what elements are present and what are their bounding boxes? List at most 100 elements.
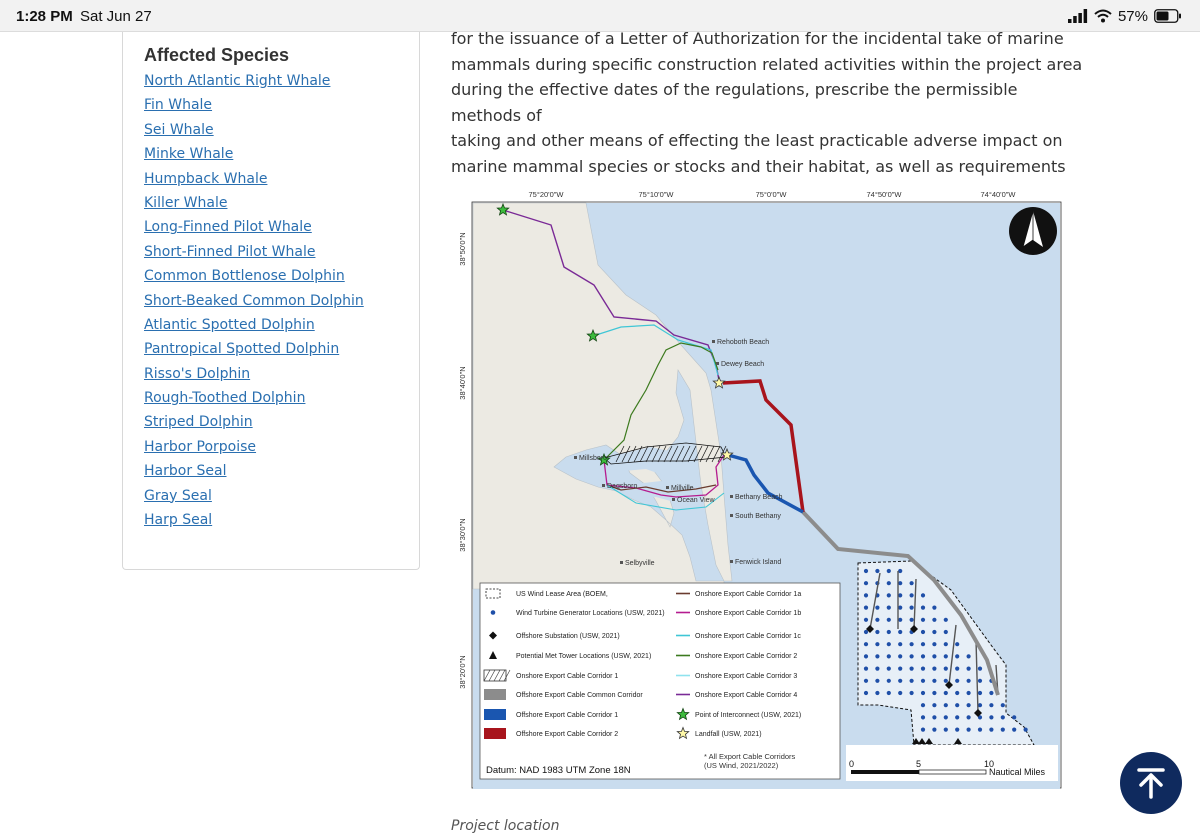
place-label-rehoboth: Rehoboth Beach	[717, 339, 769, 346]
turbine-dot	[920, 654, 926, 659]
place-label-bethany: Bethany Beach	[735, 494, 783, 501]
turbine-dot	[943, 642, 948, 647]
legend-note-1: * All Export Cable Corridors	[704, 752, 796, 761]
legend-left-label: Potential Met Tower Locations (USW, 2021…	[516, 653, 651, 660]
turbine-dot	[898, 666, 903, 671]
turbine-dot	[943, 715, 948, 720]
turbine-dot	[898, 617, 903, 622]
turbine-dot	[932, 678, 937, 683]
legend-left-label: Offshore Export Cable Common Corridor	[516, 692, 643, 699]
turbine-dot	[886, 581, 891, 586]
species-link[interactable]: Rough-Toothed Dolphin	[144, 390, 305, 406]
turbine-dot	[955, 642, 960, 647]
turbine-dot	[943, 678, 948, 683]
place-label-dewey: Dewey Beach	[721, 361, 764, 368]
article-line: during the effective dates of the regula…	[451, 80, 1018, 125]
species-list-item: Harbor Seal	[144, 459, 364, 483]
species-link[interactable]: Risso's Dolphin	[144, 366, 250, 382]
turbine-dot	[863, 642, 869, 647]
turbine-dot	[863, 568, 869, 574]
turbine-dot	[932, 666, 937, 671]
turbine-dot	[875, 678, 880, 683]
legend-right-item: Onshore Export Cable Corridor 1c	[676, 633, 801, 640]
turbine-dot	[977, 678, 983, 683]
species-link[interactable]: Harp Seal	[144, 512, 212, 528]
place-label-ocean-view: Ocean View	[677, 497, 716, 504]
legend-right-label: Onshore Export Cable Corridor 2	[695, 653, 797, 660]
turbine-dot	[920, 690, 926, 696]
scale-bar: 0 5 10 Nautical Miles	[846, 745, 1058, 781]
turbine-dot	[955, 678, 960, 683]
species-link[interactable]: Minke Whale	[144, 146, 233, 162]
species-list-item: Harbor Porpoise	[144, 435, 364, 459]
turbine-dot	[955, 727, 960, 732]
turbine-dot	[977, 727, 983, 732]
turbine-dot	[898, 593, 903, 598]
scale-five: 5	[916, 759, 921, 769]
species-link[interactable]: Short-Finned Pilot Whale	[144, 244, 315, 260]
legend-right-item: Onshore Export Cable Corridor 4	[676, 692, 797, 699]
place-marker	[666, 486, 669, 489]
species-link[interactable]: Striped Dolphin	[144, 414, 253, 430]
turbine-dot	[875, 666, 880, 671]
species-list-item: North Atlantic Right Whale	[144, 69, 364, 93]
turbine-dot	[920, 617, 926, 622]
turbine-dot	[1000, 703, 1005, 708]
legend-right-label: Onshore Export Cable Corridor 1c	[695, 633, 801, 640]
species-link[interactable]: Killer Whale	[144, 195, 227, 211]
turbine-dot	[943, 654, 948, 659]
longitude-label: 75°0'0"W	[756, 190, 788, 199]
turbine-dot	[977, 666, 983, 671]
latitude-label: 38°50'0"N	[458, 232, 467, 265]
species-link[interactable]: North Atlantic Right Whale	[144, 73, 330, 89]
turbine-dot	[955, 703, 960, 708]
battery-icon	[1154, 9, 1181, 23]
turbine-dot	[920, 703, 926, 708]
species-link[interactable]: Fin Whale	[144, 97, 212, 113]
turbine-dot	[875, 629, 880, 635]
species-link[interactable]: Pantropical Spotted Dolphin	[144, 341, 339, 357]
turbine-dot	[966, 666, 971, 671]
species-link[interactable]: Atlantic Spotted Dolphin	[144, 317, 315, 333]
species-list-item: Minke Whale	[144, 142, 364, 166]
species-list-item: Harp Seal	[144, 508, 364, 532]
species-link[interactable]: Harbor Porpoise	[144, 439, 256, 455]
turbine-dot	[966, 690, 971, 696]
turbine-dot	[966, 727, 971, 732]
datum-label: Datum: NAD 1983 UTM Zone 18N	[486, 765, 631, 776]
article-line: for the issuance of a Letter of Authoriz…	[451, 29, 1064, 48]
species-link[interactable]: Harbor Seal	[144, 463, 227, 479]
species-link[interactable]: Long-Finned Pilot Whale	[144, 219, 312, 235]
turbine-dot	[989, 727, 994, 732]
legend-right-label: Onshore Export Cable Corridor 4	[695, 692, 797, 699]
turbine-dot	[966, 715, 971, 720]
species-list-item: Gray Seal	[144, 484, 364, 508]
turbine-dot	[909, 666, 914, 671]
turbine-dot	[920, 727, 926, 732]
project-location-map: Rehoboth Beach Dewey Beach Millsboro Dagsbo…	[446, 185, 1078, 804]
turbine-dot	[886, 605, 891, 610]
article-body: for the issuance of a Letter of Authoriz…	[451, 26, 1091, 205]
legend-left-item: Wind Turbine Generator Locations (USW, 2…	[490, 610, 665, 617]
species-link[interactable]: Short-Beaked Common Dolphin	[144, 293, 364, 309]
scale-unit: Nautical Miles	[989, 767, 1046, 777]
turbine-dot	[898, 568, 903, 574]
turbine-dot	[863, 666, 869, 671]
place-marker	[620, 561, 623, 564]
species-link[interactable]: Gray Seal	[144, 488, 212, 504]
article-line: marine mammal species or stocks and thei…	[451, 156, 1066, 176]
back-to-top-button[interactable]	[1120, 752, 1182, 814]
turbine-dot	[966, 654, 971, 659]
species-link[interactable]: Common Bottlenose Dolphin	[144, 268, 345, 284]
turbine-dot	[909, 593, 914, 598]
status-time: 1:28 PM	[16, 8, 73, 25]
turbine-dot	[875, 617, 880, 622]
species-list: North Atlantic Right Whale Fin Whale Sei W…	[144, 69, 364, 532]
species-list-item: Killer Whale	[144, 191, 364, 215]
species-link[interactable]: Humpback Whale	[144, 171, 267, 187]
status-right: 57%	[1067, 7, 1182, 25]
turbine-dot	[886, 690, 891, 696]
turbine-dot	[920, 715, 926, 720]
species-link[interactable]: Sei Whale	[144, 122, 214, 138]
species-list-item: Long-Finned Pilot Whale	[144, 215, 364, 239]
